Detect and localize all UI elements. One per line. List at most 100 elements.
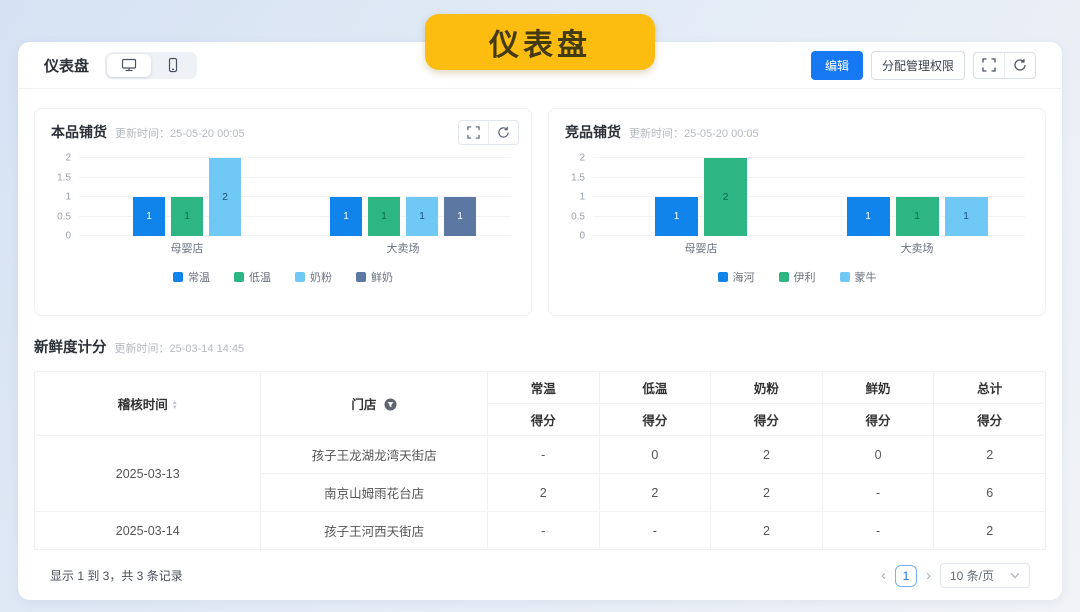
charts-row: 本品铺货 更新时间：25-05-20 00:05 — [18, 89, 1062, 316]
y-axis-tick: 1 — [555, 192, 585, 203]
chart-legend: 常温 低温 奶粉 鲜奶 — [35, 269, 531, 285]
score-cell: - — [599, 512, 711, 550]
legend-swatch — [295, 272, 305, 282]
bar: 1 — [945, 197, 988, 236]
page-title: 仪表盘 — [44, 55, 89, 76]
score-cell: - — [487, 436, 599, 474]
next-page-icon[interactable]: › — [926, 568, 931, 583]
bar: 1 — [133, 197, 165, 236]
legend-item[interactable]: 常温 — [173, 269, 210, 285]
legend-item[interactable]: 蒙牛 — [840, 269, 877, 285]
legend-label: 蒙牛 — [855, 269, 877, 285]
chart-x-axis: 母婴店大卖场 — [593, 240, 1025, 256]
y-axis-tick: 2 — [41, 153, 71, 164]
fullscreen-icon[interactable] — [974, 53, 1004, 78]
assign-permission-button[interactable]: 分配管理权限 — [871, 51, 965, 80]
score-cell: - — [822, 474, 934, 512]
freshness-score-table: 稽核时间▲▼ 门店 常温低温奶粉鲜奶总计 得分得分得分得分得分 — [34, 371, 1046, 550]
refresh-icon[interactable] — [1004, 53, 1035, 78]
score-column-header: 常温 — [487, 372, 599, 404]
chart-tools — [458, 120, 519, 145]
score-cell: - — [822, 512, 934, 550]
bar-value-label: 1 — [674, 211, 680, 222]
table-row: 2025-03-14孩子王河西天街店--2-2 — [35, 512, 1046, 550]
y-axis-tick: 0.5 — [555, 211, 585, 222]
chart-plot-area: 00.511.5212111 — [593, 158, 1025, 236]
banner-label: 仪表盘 — [489, 20, 591, 64]
chart-refresh-icon[interactable] — [488, 121, 518, 144]
update-time-value: 25-05-20 00:05 — [684, 128, 759, 140]
score-cell: - — [487, 512, 599, 550]
header-icon-group — [973, 52, 1036, 79]
prev-page-icon[interactable]: ‹ — [881, 568, 886, 583]
bar: 1 — [406, 197, 438, 236]
y-axis-tick: 1.5 — [555, 172, 585, 183]
score-cell: 6 — [934, 474, 1046, 512]
score-sub-header: 得分 — [822, 404, 934, 436]
header-cell-audit-time[interactable]: 稽核时间▲▼ — [35, 372, 261, 436]
score-cell: 2 — [711, 474, 823, 512]
edit-button[interactable]: 编辑 — [811, 51, 863, 80]
score-sub-header: 得分 — [934, 404, 1046, 436]
update-time-value: 25-03-14 14:45 — [170, 343, 245, 355]
legend-swatch — [234, 272, 244, 282]
legend-item[interactable]: 低温 — [234, 269, 271, 285]
filter-icon[interactable] — [384, 398, 397, 411]
audit-date-cell: 2025-03-14 — [35, 512, 261, 550]
score-cell: 0 — [822, 436, 934, 474]
competitors-bar-chart: 00.511.5212111 母婴店大卖场 海河伊利蒙牛 — [549, 158, 1045, 285]
legend-label: 伊利 — [794, 269, 816, 285]
bar-value-label: 2 — [222, 192, 228, 203]
legend-swatch — [173, 272, 183, 282]
score-sub-header: 得分 — [599, 404, 711, 436]
legend-swatch — [356, 272, 366, 282]
bar-value-label: 1 — [419, 211, 425, 222]
dashboard-card: 仪表盘 — [18, 42, 1062, 600]
store-name-cell: 南京山姆雨花台店 — [261, 474, 487, 512]
page-size-select[interactable]: 10 条/页 — [940, 563, 1030, 588]
bar: 1 — [330, 197, 362, 236]
y-axis-tick: 1.5 — [41, 172, 71, 183]
desktop-view-button[interactable] — [107, 54, 151, 77]
monitor-icon — [121, 57, 137, 73]
bar-value-label: 1 — [146, 211, 152, 222]
bar: 1 — [368, 197, 400, 236]
y-axis-tick: 1 — [41, 192, 71, 203]
legend-item[interactable]: 鲜奶 — [356, 269, 393, 285]
score-cell: 2 — [487, 474, 599, 512]
chevron-down-icon — [1010, 572, 1020, 579]
legend-item[interactable]: 奶粉 — [295, 269, 332, 285]
table-footer: 显示 1 到 3，共 3 条记录 ‹ 1 › 10 条/页 — [34, 550, 1046, 601]
score-cell: 2 — [711, 436, 823, 474]
bar-value-label: 1 — [963, 211, 969, 222]
header-cell-store[interactable]: 门店 — [261, 372, 487, 436]
legend-label: 奶粉 — [310, 269, 332, 285]
bar: 1 — [444, 197, 476, 236]
y-axis-tick: 2 — [555, 153, 585, 164]
chart-fullscreen-icon[interactable] — [459, 121, 488, 144]
bar-value-label: 1 — [865, 211, 871, 222]
sort-icon[interactable]: ▲▼ — [172, 401, 178, 411]
chart-legend: 海河 伊利 蒙牛 — [549, 269, 1045, 285]
legend-item[interactable]: 海河 — [718, 269, 755, 285]
bar-group: 1111 — [295, 158, 511, 236]
freshness-score-section: 新鲜度计分 更新时间：25-03-14 14:45 稽核时间▲▼ 门店 — [18, 316, 1062, 601]
y-axis-tick: 0 — [41, 231, 71, 242]
header-actions: 编辑 分配管理权限 — [811, 51, 1036, 80]
x-axis-label: 大卖场 — [809, 240, 1025, 256]
legend-item[interactable]: 伊利 — [779, 269, 816, 285]
mobile-view-button[interactable] — [151, 54, 195, 77]
chart-title-own: 本品铺货 — [51, 122, 107, 142]
score-cell: 2 — [599, 474, 711, 512]
y-axis-tick: 0.5 — [41, 211, 71, 222]
update-time-label: 更新时间： — [115, 343, 170, 355]
chart-title-competitor: 竞品铺货 — [565, 122, 621, 142]
page-number-button[interactable]: 1 — [895, 565, 917, 587]
x-axis-label: 母婴店 — [79, 240, 295, 256]
x-axis-label: 母婴店 — [593, 240, 809, 256]
update-time-value: 25-05-20 00:05 — [170, 128, 245, 140]
legend-label: 海河 — [733, 269, 755, 285]
bar-value-label: 1 — [457, 211, 463, 222]
audit-date-cell: 2025-03-13 — [35, 436, 261, 512]
update-time-label: 更新时间： — [629, 128, 684, 140]
